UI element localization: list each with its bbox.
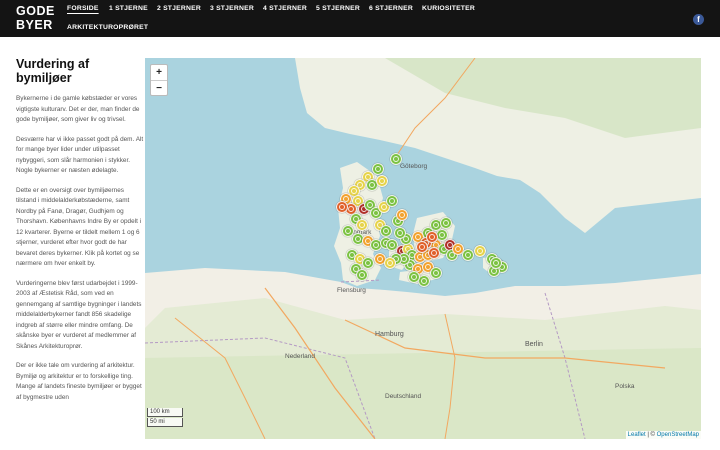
smiley-face-icon [345,228,351,234]
city-rating-marker[interactable] [426,231,438,243]
paragraph-overview: Dette er en oversigt over bymiljøernes t… [16,186,142,268]
smiley-face-icon [419,244,425,250]
city-rating-marker[interactable] [474,245,486,257]
scale-km: 100 km [147,408,183,417]
zoom-control: + − [150,64,168,96]
smiley-face-icon [429,234,435,240]
smiley-face-icon [433,270,439,276]
smiley-face-icon [477,248,483,254]
nav-item-5-stjerner[interactable]: 5 STJERNER [316,5,360,12]
nav-item-4-stjerner[interactable]: 4 STJERNER [263,5,307,12]
nav-item-forside[interactable]: FORSIDE [67,5,99,12]
smiley-face-icon [375,166,381,172]
facebook-icon[interactable]: f [693,14,704,25]
city-rating-marker[interactable] [440,217,452,229]
smiley-face-icon [433,222,439,228]
smiley-face-icon [493,260,499,266]
smiley-face-icon [339,204,345,210]
smiley-face-icon [389,242,395,248]
city-rating-marker[interactable] [356,269,368,281]
nav-item-arkitekturoproret[interactable]: ARKITEKTUROPRØRET [67,24,148,31]
place-label: Deutschland [385,393,422,400]
city-rating-marker[interactable] [428,247,440,259]
city-rating-map[interactable]: GöteborgDanmarkFlensburgHamburgNederland… [145,58,701,439]
smiley-face-icon [455,246,461,252]
smiley-face-icon [365,260,371,266]
nav-item-6-stjerner[interactable]: 6 STJERNER [369,5,413,12]
smiley-face-icon [379,178,385,184]
zoom-in-button[interactable]: + [151,65,167,80]
logo-line-2: BYER [16,18,53,32]
place-label: Berlin [525,341,543,348]
leaflet-link[interactable]: Leaflet [628,432,646,438]
smiley-face-icon [397,230,403,236]
paragraph-history: Vurderingerne blev først udarbejdet i 19… [16,279,142,350]
scale-mi: 50 mi [147,418,183,427]
smiley-face-icon [373,210,379,216]
smiley-face-icon [359,222,365,228]
city-rating-marker[interactable] [490,257,502,269]
paragraph-intro: Bykernerne i de gamle købstæder er vores… [16,95,140,123]
nav-item-kuriositeter[interactable]: KURIOSITETER [422,5,475,12]
city-rating-marker[interactable] [336,201,348,213]
smiley-face-icon [439,232,445,238]
city-rating-marker[interactable] [384,257,396,269]
nav-item-3-stjerner[interactable]: 3 STJERNER [210,5,254,12]
smiley-face-icon [393,156,399,162]
openstreetmap-link[interactable]: OpenStreetMap [657,432,699,438]
city-rating-marker[interactable] [416,241,428,253]
top-navigation-bar: GODE BYER FORSIDE 1 STJERNE 2 STJERNER 3… [0,0,720,37]
city-rating-marker[interactable] [356,219,368,231]
smiley-face-icon [373,242,379,248]
smiley-face-icon [348,206,354,212]
city-rating-marker[interactable] [462,249,474,261]
smiley-face-icon [421,278,427,284]
city-rating-marker[interactable] [380,225,392,237]
city-rating-marker[interactable] [362,257,374,269]
paragraph-architecture: Der er ikke tale om vurdering af arkitek… [16,362,142,401]
place-label: Nederland [285,353,315,360]
logo-line-1: GODE [16,4,55,18]
place-label: Polska [615,383,635,390]
smiley-face-icon [377,256,383,262]
city-rating-marker[interactable] [390,153,402,165]
smiley-face-icon [389,198,395,204]
city-rating-marker[interactable] [430,267,442,279]
smiley-face-icon [431,250,437,256]
place-label: Hamburg [375,331,404,338]
smiley-face-icon [351,188,357,194]
paragraph-problem: Desværre har vi ikke passet godt på dem.… [16,135,144,175]
city-rating-marker[interactable] [394,227,406,239]
city-rating-marker[interactable] [408,271,420,283]
place-label: Göteborg [400,163,427,170]
smiley-face-icon [465,252,471,258]
city-rating-marker[interactable] [376,175,388,187]
nav-item-2-stjerner[interactable]: 2 STJERNER [157,5,201,12]
smiley-face-icon [383,228,389,234]
smiley-face-icon [369,182,375,188]
main-nav: FORSIDE 1 STJERNE 2 STJERNER 3 STJERNER … [58,0,658,37]
nav-item-1-stjerne[interactable]: 1 STJERNE [109,5,148,12]
map-attribution: Leaflet | © OpenStreetMap [625,431,701,439]
attribution-separator: | © [645,432,657,438]
smiley-face-icon [359,272,365,278]
smiley-face-icon [399,212,405,218]
place-label: Flensburg [337,287,366,294]
city-rating-marker[interactable] [386,195,398,207]
smiley-face-icon [443,220,449,226]
city-rating-marker[interactable] [396,209,408,221]
city-rating-marker[interactable] [372,163,384,175]
smiley-face-icon [387,260,393,266]
smiley-face-icon [411,274,417,280]
article: Vurdering af bymiljøer Bykernerne i de g… [16,58,144,450]
smiley-face-icon [355,236,361,242]
map-scale: 100 km 50 mi [147,408,183,428]
smiley-face-icon [381,204,387,210]
page-title: Vurdering af bymiljøer [16,58,90,85]
zoom-out-button[interactable]: − [151,80,167,96]
site-logo[interactable]: GODE BYER [16,4,55,32]
